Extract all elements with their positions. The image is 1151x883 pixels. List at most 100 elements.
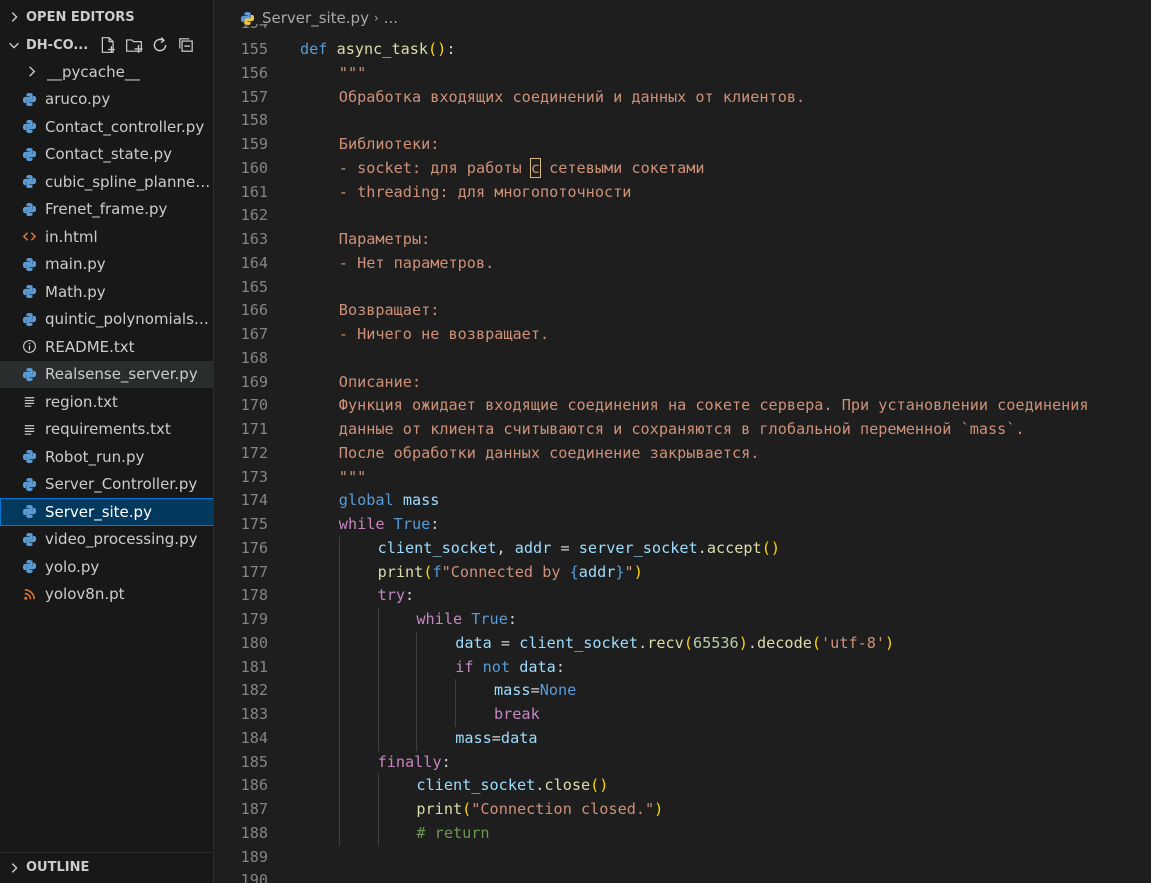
code-line[interactable]: 158	[215, 109, 1151, 133]
code-token: :	[405, 586, 415, 605]
folder-item[interactable]: __pycache__	[0, 58, 213, 86]
line-number: 173	[240, 467, 268, 486]
code-line[interactable]: 161 - threading: для многопоточности	[215, 181, 1151, 205]
indent-guide	[338, 536, 340, 561]
indent-guide	[338, 821, 340, 846]
file-item[interactable]: Server_Controller.py	[0, 471, 213, 499]
line-number: 163	[240, 230, 268, 248]
code-token: while	[338, 515, 385, 533]
file-item[interactable]: quintic_polynomials_...	[0, 306, 213, 334]
code-line[interactable]: 179 while True:	[215, 608, 1151, 632]
collapse-all-icon[interactable]	[176, 35, 196, 55]
code-line[interactable]: 174 global mass	[215, 489, 1151, 513]
code-line[interactable]: 181 if not data:	[215, 655, 1151, 680]
code-line[interactable]: 180 data = client_socket.recv(65536).deco…	[215, 631, 1151, 656]
code-token: Обработка входящих соединений и данных о…	[338, 87, 806, 106]
code-line[interactable]: 155 def async_task():	[215, 38, 1151, 62]
file-item[interactable]: yolov8n.pt	[0, 581, 213, 609]
code-line[interactable]: 162	[215, 204, 1151, 228]
file-item[interactable]: Contact_state.py	[0, 141, 213, 169]
indent-guide	[377, 821, 379, 846]
new-file-icon[interactable]	[98, 35, 118, 55]
code-line[interactable]: 156 """	[215, 62, 1151, 86]
outline-header[interactable]: OUTLINE	[0, 852, 213, 882]
indent-guide	[377, 655, 379, 680]
line-number: 171	[240, 420, 268, 438]
open-editors-header[interactable]: OPEN EDITORS	[0, 2, 213, 32]
code-line[interactable]: 173 """	[215, 466, 1151, 490]
code-text: Библиотеки:	[339, 133, 440, 157]
code-line[interactable]: 176 client_socket, addr = server_socket.a…	[215, 536, 1151, 561]
code-line[interactable]: 187 print("Connection closed.")	[215, 798, 1151, 822]
code-line[interactable]: 185 finally:	[215, 750, 1151, 775]
code-line[interactable]: 165	[215, 276, 1151, 300]
line-number: 178	[240, 586, 268, 605]
code-text: print("Connection closed.")	[416, 798, 663, 822]
file-item[interactable]: video_processing.py	[0, 526, 213, 554]
code-token: )	[654, 800, 664, 818]
file-item[interactable]: README.txt	[0, 333, 213, 361]
code-line[interactable]: 169 Описание:	[215, 371, 1151, 395]
code-text: if not data:	[455, 656, 565, 680]
code-token: finally	[377, 752, 442, 771]
code-editor[interactable]: Server_site.py › ... 154 155def async_ta…	[215, 0, 1151, 883]
file-item[interactable]: main.py	[0, 251, 213, 279]
outline-label: OUTLINE	[26, 860, 90, 875]
refresh-icon[interactable]	[150, 35, 170, 55]
indent-guide	[338, 608, 340, 632]
file-item[interactable]: requirements.txt	[0, 416, 213, 444]
code-line[interactable]: 172 После обработки данных соединение зак…	[215, 442, 1151, 466]
code-token: данные от клиента считываются и сохраняю…	[338, 420, 1025, 438]
file-item[interactable]: Server_site.py	[0, 498, 213, 526]
file-item[interactable]: Contact_controller.py	[0, 113, 213, 141]
file-item-label: Frenet_frame.py	[45, 200, 168, 219]
file-item[interactable]: Frenet_frame.py	[0, 196, 213, 224]
file-item[interactable]: yolo.py	[0, 553, 213, 581]
python-file-icon	[21, 91, 37, 107]
line-number: 184	[240, 728, 268, 747]
code-line[interactable]: 171 данные от клиента считываются и сохра…	[215, 418, 1151, 442]
code-token: =	[530, 681, 540, 700]
file-item[interactable]: in.html	[0, 223, 213, 251]
code-text: def async_task():	[300, 38, 455, 62]
code-line[interactable]: 167 - Ничего не возвращает.	[215, 323, 1151, 347]
code-line[interactable]: 183 break	[215, 703, 1151, 727]
code-line[interactable]: 166 Возвращает:	[215, 299, 1151, 323]
line-number: 185	[240, 752, 268, 771]
code-line[interactable]: 189	[215, 846, 1151, 870]
python-file-icon	[21, 476, 37, 492]
code-line[interactable]: 157 Обработка входящих соединений и данны…	[215, 86, 1151, 110]
code-line[interactable]: 168	[215, 347, 1151, 371]
code-token: "	[624, 562, 634, 581]
workspace-root-header[interactable]: DH-CO...	[0, 30, 213, 60]
code-token: if	[455, 657, 474, 676]
code-line[interactable]: 188 # return	[215, 821, 1151, 846]
file-item-label: requirements.txt	[45, 420, 171, 439]
python-file-icon	[21, 119, 37, 135]
file-item[interactable]: Realsense_server.py	[0, 360, 213, 388]
code-line[interactable]: 177 print(f"Connected by {addr}")	[215, 560, 1151, 585]
new-folder-icon[interactable]	[124, 35, 144, 55]
code-token: Библиотеки:	[338, 135, 440, 153]
code-line[interactable]: 160 - socket: для работы с сетевыми сокет…	[215, 157, 1151, 181]
code-line[interactable]: 175 while True:	[215, 513, 1151, 537]
code-lines[interactable]: 155 def async_task(): 156 """ 157 Обработка в…	[215, 38, 1151, 869]
code-line[interactable]: 163 Параметры:	[215, 228, 1151, 252]
code-line[interactable]: 184 mass=data	[215, 726, 1151, 751]
indent-guide	[338, 726, 340, 751]
file-item[interactable]: cubic_spline_planner.py	[0, 168, 213, 196]
file-item[interactable]: aruco.py	[0, 86, 213, 114]
code-line[interactable]: 178 try:	[215, 584, 1151, 608]
code-line[interactable]: 164 - Нет параметров.	[215, 252, 1151, 276]
text-file-icon	[21, 421, 37, 437]
file-item[interactable]: Math.py	[0, 278, 213, 306]
code-line[interactable]: 186 client_socket.close()	[215, 774, 1151, 798]
file-item-label: quintic_polynomials_...	[45, 310, 213, 329]
code-line[interactable]: 159 Библиотеки:	[215, 133, 1151, 157]
indent-guide	[455, 679, 457, 703]
code-line[interactable]: 170 Функция ожидает входящие соединения н…	[215, 394, 1151, 418]
code-line[interactable]: 182 mass=None	[215, 679, 1151, 703]
file-item[interactable]: Robot_run.py	[0, 443, 213, 471]
file-item[interactable]: region.txt	[0, 388, 213, 416]
